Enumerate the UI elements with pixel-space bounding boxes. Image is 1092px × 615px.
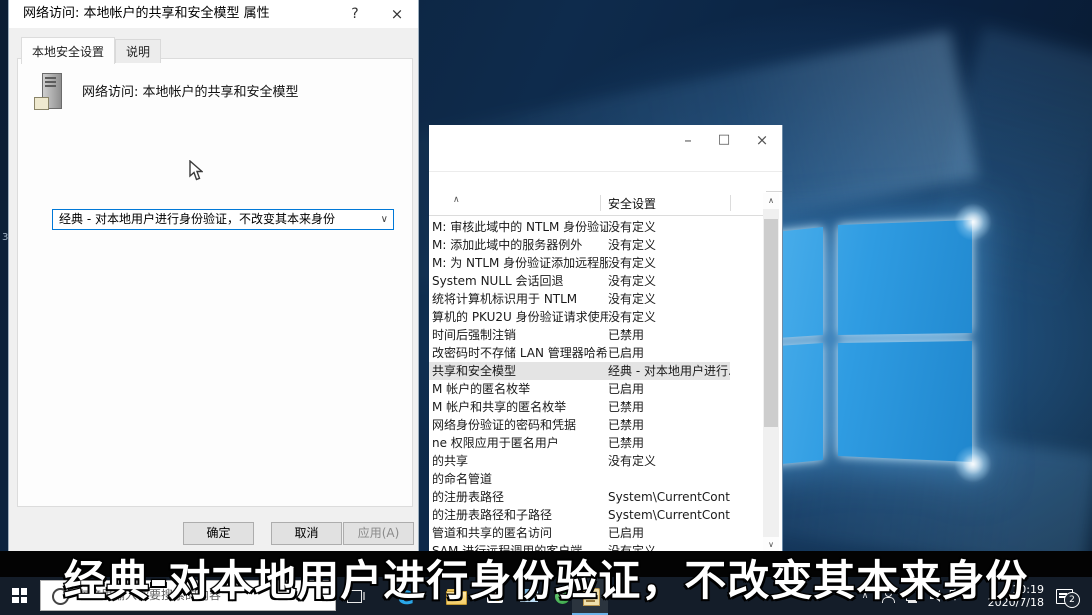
light-glint <box>947 438 999 490</box>
policy-setting: 已禁用 <box>608 326 730 344</box>
setting-column-header[interactable]: 安全设置 <box>608 195 656 212</box>
policy-name: 改密码时不存储 LAN 管理器哈希值 <box>429 344 608 362</box>
policy-row[interactable]: 时间后强制注销已禁用 <box>429 326 730 344</box>
policy-name: M: 添加此域中的服务器例外 <box>429 236 608 254</box>
security-policy-icon <box>34 73 68 113</box>
policy-row[interactable]: System NULL 会话回退没有定义 <box>429 272 730 290</box>
cancel-button[interactable]: 取消 <box>271 522 342 545</box>
policy-row-selected[interactable]: 共享和安全模型经典 - 对本地用户进行... <box>429 362 730 380</box>
policy-row[interactable]: M: 添加此域中的服务器例外没有定义 <box>429 236 730 254</box>
policy-name: 的命名管道 <box>429 470 608 488</box>
policy-name: M: 为 NTLM 身份验证添加远程服务器... <box>429 254 608 272</box>
ok-button[interactable]: 确定 <box>183 522 254 545</box>
policy-row[interactable]: ne 权限应用于匿名用户已禁用 <box>429 434 730 452</box>
paper-shape <box>34 97 49 110</box>
dialog-titlebar[interactable]: 网络访问: 本地帐户的共享和安全模型 属性 ? × <box>9 0 418 28</box>
scroll-up-icon[interactable]: ∧ <box>763 193 779 209</box>
policy-name: M 帐户和共享的匿名枚举 <box>429 398 608 416</box>
policy-setting <box>608 470 730 488</box>
policy-row[interactable]: 的注册表路径和子路径System\CurrentContro... <box>429 506 730 524</box>
local-security-policy-window[interactable]: – □ × ∧ 安全设置 M: 审核此域中的 NTLM 身份验证没有定义 M: … <box>429 125 783 557</box>
dropdown-value: 经典 - 对本地用户进行身份验证，不改变其本来身份 <box>59 212 335 226</box>
policy-setting: 已启用 <box>608 380 730 398</box>
policy-name: 时间后强制注销 <box>429 326 608 344</box>
policy-name: 管道和共享的匿名访问 <box>429 524 608 542</box>
close-button[interactable]: × <box>744 125 780 155</box>
policy-row[interactable]: 的命名管道 <box>429 470 730 488</box>
policy-setting: 已禁用 <box>608 416 730 434</box>
policy-name: 共享和安全模型 <box>429 362 608 380</box>
policy-properties-dialog[interactable]: 网络访问: 本地帐户的共享和安全模型 属性 ? × 本地安全设置 说明 网络访问… <box>8 0 419 553</box>
policy-row[interactable]: 的注册表路径System\CurrentContro... <box>429 488 730 506</box>
policy-name-label: 网络访问: 本地帐户的共享和安全模型 <box>82 81 382 100</box>
policy-name: M: 审核此域中的 NTLM 身份验证 <box>429 218 608 236</box>
policy-setting: 没有定义 <box>608 254 730 272</box>
policy-row[interactable]: 算机的 PKU2U 身份验证请求使用联...没有定义 <box>429 308 730 326</box>
policy-setting: 已启用 <box>608 344 730 362</box>
apply-button[interactable]: 应用(A) <box>343 522 414 545</box>
policy-setting: System\CurrentContro... <box>608 506 730 524</box>
policy-setting: System\CurrentContro... <box>608 488 730 506</box>
policy-setting: 没有定义 <box>608 452 730 470</box>
policy-setting: 经典 - 对本地用户进行... <box>608 362 730 380</box>
sort-ascending-icon: ∧ <box>453 195 460 205</box>
policy-name: 的共享 <box>429 452 608 470</box>
light-glint <box>947 196 999 248</box>
video-subtitle: 经典-对本地用户进行身份验证，不改变其本来身份 <box>0 547 1092 608</box>
scrollbar-thumb[interactable] <box>764 219 778 427</box>
policy-setting: 没有定义 <box>608 236 730 254</box>
policy-row[interactable]: M 帐户和共享的匿名枚举已禁用 <box>429 398 730 416</box>
policy-setting: 没有定义 <box>608 290 730 308</box>
tab-strip: 本地安全设置 说明 <box>21 36 161 63</box>
column-divider[interactable] <box>730 195 731 211</box>
policy-name: 的注册表路径和子路径 <box>429 506 608 524</box>
policy-name: ne 权限应用于匿名用户 <box>429 434 608 452</box>
policy-row[interactable]: 管道和共享的匿名访问已启用 <box>429 524 730 542</box>
policy-row[interactable]: M 帐户的匿名枚举已启用 <box>429 380 730 398</box>
policy-list: M: 审核此域中的 NTLM 身份验证没有定义 M: 添加此域中的服务器例外没有… <box>429 218 730 560</box>
policy-setting: 没有定义 <box>608 218 730 236</box>
policy-name: 统将计算机标识用于 NTLM <box>429 290 608 308</box>
column-divider[interactable] <box>600 195 601 211</box>
policy-row[interactable]: 的共享没有定义 <box>429 452 730 470</box>
help-button[interactable]: ? <box>340 0 370 28</box>
close-icon[interactable]: × <box>382 0 412 28</box>
policy-name: System NULL 会话回退 <box>429 272 608 290</box>
policy-row[interactable]: 统将计算机标识用于 NTLM没有定义 <box>429 290 730 308</box>
policy-setting: 已禁用 <box>608 434 730 452</box>
policy-name: 网络身份验证的密码和凭据 <box>429 416 608 434</box>
policy-setting: 已启用 <box>608 524 730 542</box>
maximize-button[interactable]: □ <box>706 125 742 155</box>
policy-setting: 没有定义 <box>608 308 730 326</box>
tab-explain[interactable]: 说明 <box>115 39 161 63</box>
tab-local-security-setting[interactable]: 本地安全设置 <box>21 37 115 64</box>
minimize-button[interactable]: – <box>670 125 706 155</box>
policy-setting: 没有定义 <box>608 272 730 290</box>
tab-page: 网络访问: 本地帐户的共享和安全模型 经典 - 对本地用户进行身份验证，不改变其… <box>17 58 413 507</box>
list-header[interactable]: ∧ 安全设置 <box>429 191 766 216</box>
policy-row[interactable]: M: 审核此域中的 NTLM 身份验证没有定义 <box>429 218 730 236</box>
policy-row[interactable]: 网络身份验证的密码和凭据已禁用 <box>429 416 730 434</box>
policy-row[interactable]: 改密码时不存储 LAN 管理器哈希值已启用 <box>429 344 730 362</box>
policy-name: 的注册表路径 <box>429 488 608 506</box>
policy-setting: 已禁用 <box>608 398 730 416</box>
policy-name: M 帐户的匿名枚举 <box>429 380 608 398</box>
dialog-title: 网络访问: 本地帐户的共享和安全模型 属性 <box>23 0 270 28</box>
tool-bar <box>429 172 782 192</box>
policy-name: 算机的 PKU2U 身份验证请求使用联... <box>429 308 608 326</box>
chevron-down-icon: ∨ <box>381 210 388 229</box>
mouse-cursor <box>189 160 203 181</box>
security-setting-dropdown[interactable]: 经典 - 对本地用户进行身份验证，不改变其本来身份 ∨ <box>52 209 394 230</box>
vertical-scrollbar[interactable]: ∧ ∨ <box>763 193 779 553</box>
policy-row[interactable]: M: 为 NTLM 身份验证添加远程服务器...没有定义 <box>429 254 730 272</box>
menu-bar <box>429 155 782 172</box>
